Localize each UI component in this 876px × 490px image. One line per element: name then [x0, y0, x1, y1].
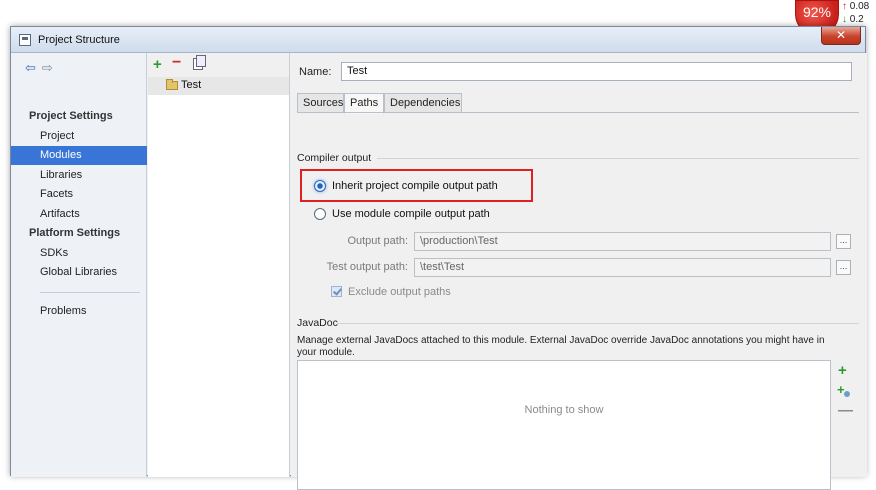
network-stats: ↑ 0.08 ↓ 0.2 [842, 0, 876, 26]
exclude-output-checkbox[interactable] [331, 286, 342, 297]
platform-settings-header: Platform Settings [29, 227, 121, 239]
output-path-browse-button[interactable]: ... [836, 234, 851, 249]
exclude-output-label[interactable]: Exclude output paths [348, 286, 451, 298]
module-row-test[interactable]: Test [148, 77, 289, 95]
nav-item-global-libraries[interactable]: Global Libraries [11, 263, 147, 282]
nav-item-problems[interactable]: Problems [11, 302, 147, 321]
test-output-path-browse-button[interactable]: ... [836, 260, 851, 275]
nav-item-modules[interactable]: Modules [11, 146, 147, 165]
inherit-output-label[interactable]: Inherit project compile output path [332, 180, 498, 192]
tab-underline [297, 112, 859, 113]
tab-dependencies[interactable]: Dependencies [384, 93, 462, 113]
name-label: Name: [299, 66, 332, 78]
title-bar[interactable]: Project Structure ✕ [11, 27, 865, 53]
nav-item-sdks[interactable]: SDKs [11, 244, 147, 263]
output-path-label: Output path: [347, 235, 408, 247]
compiler-output-title: Compiler output [297, 152, 372, 164]
nav-item-project[interactable]: Project [11, 127, 147, 146]
download-value: 0.2 [849, 14, 864, 25]
project-settings-header: Project Settings [29, 110, 113, 122]
javadoc-empty-text: Nothing to show [524, 404, 604, 416]
javadoc-rule [337, 323, 859, 324]
modules-panel: + − Test [148, 53, 290, 477]
add-javadoc-url-icon[interactable]: + [837, 382, 850, 397]
nav-item-libraries[interactable]: Libraries [11, 166, 147, 185]
settings-nav: ⇦⇨ Project Settings Project Modules Libr… [11, 53, 147, 477]
remove-javadoc-icon[interactable]: — [838, 402, 853, 419]
back-arrow-icon[interactable]: ⇦ [25, 60, 42, 75]
compiler-output-rule [377, 158, 859, 159]
close-button[interactable]: ✕ [821, 27, 861, 45]
module-output-radio[interactable] [314, 208, 326, 220]
nav-divider [40, 292, 140, 293]
modules-toolbar: + − [148, 53, 289, 77]
module-name-input[interactable]: Test [341, 62, 852, 81]
module-folder-icon [166, 79, 178, 90]
upload-arrow-icon: ↑ [842, 1, 847, 12]
inherit-output-radio[interactable] [314, 180, 326, 192]
module-name: Test [181, 79, 202, 91]
forward-arrow-icon[interactable]: ⇨ [42, 60, 59, 75]
module-settings-content: Name: Test Sources Paths Dependencies Co… [291, 53, 867, 490]
javadoc-title: JavaDoc [297, 317, 338, 329]
add-javadoc-icon[interactable]: + [838, 362, 847, 379]
nav-item-facets[interactable]: Facets [11, 185, 147, 204]
module-output-label[interactable]: Use module compile output path [332, 208, 490, 220]
output-path-input[interactable]: \production\Test [414, 232, 831, 251]
download-arrow-icon: ↓ [842, 14, 847, 25]
upload-value: 0.08 [849, 1, 870, 12]
nav-item-artifacts[interactable]: Artifacts [11, 205, 147, 224]
test-output-path-input[interactable]: \test\Test [414, 258, 831, 277]
test-output-path-label: Test output path: [326, 261, 408, 273]
window-icon [19, 34, 31, 46]
javadoc-description: Manage external JavaDocs attached to thi… [297, 335, 825, 358]
nav-arrows: ⇦⇨ [25, 60, 59, 76]
copy-module-icon[interactable] [193, 55, 206, 70]
tab-paths[interactable]: Paths [344, 93, 384, 114]
project-structure-window: Project Structure ✕ ⇦⇨ Project Settings … [10, 26, 867, 490]
tab-sources[interactable]: Sources [297, 93, 344, 113]
add-module-icon[interactable]: + [153, 56, 162, 73]
window-title: Project Structure [38, 34, 120, 46]
remove-module-icon[interactable]: − [172, 54, 181, 72]
javadoc-list[interactable]: Nothing to show [297, 360, 831, 490]
